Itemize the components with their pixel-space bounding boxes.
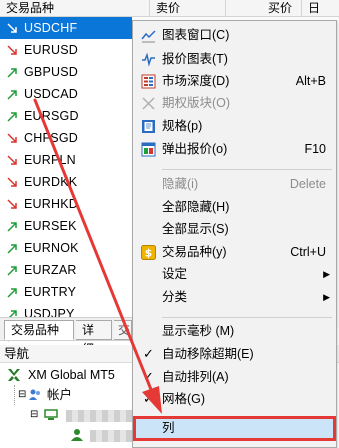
check-icon: ✓: [143, 369, 154, 384]
context-menu: 图表窗口(C) 报价图表(T) 市场深度(D) Alt+B 期权版块(O) 规格…: [132, 20, 337, 448]
symbol-name: EURDKK: [24, 175, 78, 189]
arrow-down-icon: [6, 171, 20, 193]
svg-text:$: $: [145, 247, 153, 260]
symbol-name: USDCHF: [24, 21, 78, 35]
menu-item-show-all[interactable]: 全部显示(S): [133, 218, 336, 240]
xm-logo-icon: [8, 369, 20, 381]
submenu-arrow-icon: ▶: [323, 292, 330, 302]
symbol-name: EURHKD: [24, 197, 78, 211]
menu-item-show-ms[interactable]: 显示毫秒 (M): [133, 320, 336, 342]
arrow-up-icon: [6, 259, 20, 281]
market-depth-icon: [141, 74, 156, 89]
symbol-name: EURZAR: [24, 263, 77, 277]
arrow-up-icon: [6, 237, 20, 259]
symbol-name: EURSEK: [24, 219, 77, 233]
popup-prices-icon: [141, 142, 156, 157]
symbol-row[interactable]: EURNOK: [0, 237, 132, 259]
symbol-list: USDCHF EURUSD GBPUSD USDCAD EURSGD CHFSGD EURP…: [0, 17, 132, 347]
column-header-symbol[interactable]: 交易品种: [0, 0, 150, 17]
collapse-icon[interactable]: ⊟: [18, 385, 26, 405]
dollar-icon: $: [141, 245, 156, 260]
market-watch-tabs: 交易品种 详细 交: [0, 317, 132, 356]
menu-item-options: 期权版块(O): [133, 92, 336, 114]
symbol-name: EURNOK: [24, 241, 79, 255]
symbol-row[interactable]: GBPUSD: [0, 61, 132, 83]
check-icon: ✓: [143, 346, 154, 361]
menu-item-category[interactable]: 分类 ▶: [133, 286, 336, 308]
arrow-down-icon: [6, 193, 20, 215]
symbol-name: USDCAD: [24, 87, 78, 101]
tick-chart-icon: [142, 52, 155, 67]
menu-item-depth[interactable]: 市场深度(D) Alt+B: [133, 70, 336, 92]
collapse-icon[interactable]: ⊟: [30, 405, 38, 425]
check-icon: ✓: [143, 391, 154, 406]
arrow-up-icon: [6, 83, 20, 105]
column-header-daily[interactable]: 日: [302, 0, 339, 17]
arrow-up-icon: [6, 61, 20, 83]
arrow-up-icon: [6, 105, 20, 127]
menu-item-tick-chart[interactable]: 报价图表(T): [133, 48, 336, 70]
tab-details[interactable]: 详细: [76, 320, 112, 356]
symbol-name: EURUSD: [24, 43, 78, 57]
menu-item-auto-remove[interactable]: ✓ 自动移除超期(E): [133, 343, 336, 365]
submenu-arrow-icon: ▶: [323, 269, 330, 279]
symbol-row[interactable]: CHFSGD: [0, 127, 132, 149]
column-header-ask[interactable]: 买价: [226, 0, 302, 17]
options-icon: [142, 97, 155, 110]
arrow-up-icon: [6, 281, 20, 303]
symbol-name: GBPUSD: [24, 65, 78, 79]
menu-item-settings[interactable]: 设定 ▶: [133, 263, 336, 285]
tab-more[interactable]: 交: [114, 320, 132, 340]
symbol-name: EURPLN: [24, 153, 76, 167]
market-watch-header: 交易品种 卖价 买价 日: [0, 0, 339, 17]
menu-item-hide-all[interactable]: 全部隐藏(H): [133, 196, 336, 218]
menu-separator: [162, 169, 332, 170]
terminal-icon: [44, 409, 58, 420]
specification-icon: [142, 120, 155, 133]
symbol-name: EURTRY: [24, 285, 77, 299]
symbol-row[interactable]: EURZAR: [0, 259, 132, 281]
chart-window-icon: [141, 30, 156, 43]
user-icon: [71, 429, 83, 441]
arrow-down-icon: [6, 149, 20, 171]
symbol-row[interactable]: USDCAD: [0, 83, 132, 105]
menu-item-spec[interactable]: 规格(p): [133, 115, 336, 137]
symbol-name: EURSGD: [24, 109, 79, 123]
symbol-row[interactable]: EURDKK: [0, 171, 132, 193]
arrow-down-icon: [6, 17, 20, 39]
accounts-label: 帐户: [47, 388, 73, 402]
symbol-row[interactable]: EURPLN: [0, 149, 132, 171]
symbol-row[interactable]: EURTRY: [0, 281, 132, 303]
symbol-row[interactable]: EURSGD: [0, 105, 132, 127]
arrow-down-icon: [6, 39, 20, 61]
menu-item-auto-arrange[interactable]: ✓ 自动排列(A): [133, 366, 336, 388]
blurred-account: [90, 430, 134, 442]
accounts-icon: [29, 389, 40, 400]
menu-item-grid[interactable]: ✓ 网格(G): [133, 388, 336, 410]
menu-item-hide: 隐藏(i) Delete: [162, 177, 326, 191]
menu-item-columns[interactable]: 列: [133, 416, 336, 441]
symbol-name: CHFSGD: [24, 131, 78, 145]
menu-item-chart-window[interactable]: 图表窗口(C): [133, 24, 336, 46]
symbol-row[interactable]: EURUSD: [0, 39, 132, 61]
server-label: XM Global MT5: [28, 368, 115, 382]
menu-item-popup[interactable]: 弹出报价(o) F10: [133, 138, 336, 160]
symbol-row[interactable]: EURHKD: [0, 193, 132, 215]
symbol-row[interactable]: USDCHF: [0, 17, 132, 39]
arrow-up-icon: [6, 215, 20, 237]
symbol-row[interactable]: EURSEK: [0, 215, 132, 237]
tab-symbols[interactable]: 交易品种: [4, 320, 74, 340]
menu-item-symbols[interactable]: $ 交易品种(y) Ctrl+U: [133, 241, 336, 263]
arrow-down-icon: [6, 127, 20, 149]
menu-separator: [162, 317, 332, 318]
column-header-bid[interactable]: 卖价: [150, 0, 226, 17]
